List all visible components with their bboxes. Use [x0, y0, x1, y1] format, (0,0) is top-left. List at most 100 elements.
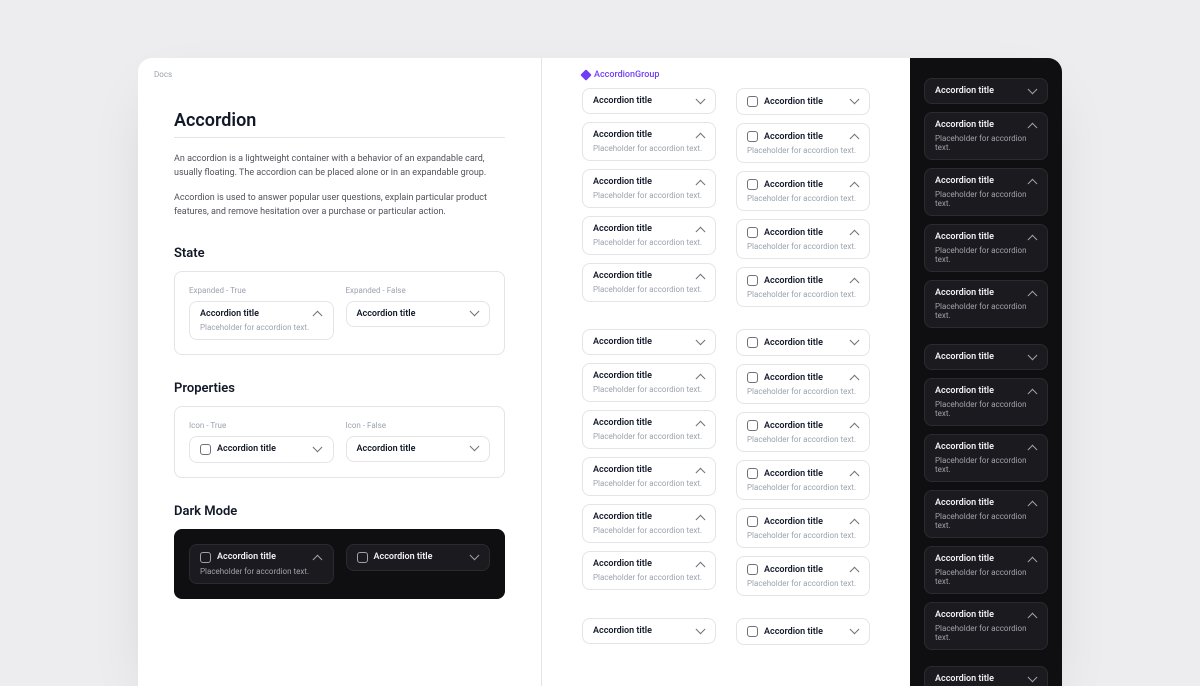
accordion-title: Accordion title [764, 469, 843, 479]
accordion-title: Accordion title [357, 309, 464, 319]
accordion-item[interactable]: Accordion titlePlaceholder for accordion… [924, 666, 1048, 686]
square-icon [747, 626, 758, 637]
accordion-item[interactable]: Accordion titlePlaceholder for accordion… [924, 224, 1048, 272]
accordion-title: Accordion title [764, 373, 843, 383]
accordion-title: Accordion title [935, 288, 1021, 298]
component-label: AccordionGroup [582, 70, 870, 80]
showcase-scroll[interactable]: AccordionGroup Accordion title Placeholde… [542, 58, 910, 686]
accordion-body: Placeholder for accordion text. [935, 302, 1037, 320]
accordion-title: Accordion title [593, 130, 689, 140]
accordion-item[interactable]: Accordion titlePlaceholder for accordion… [924, 434, 1048, 482]
section-heading-properties: Properties [174, 381, 505, 396]
chevron-up-icon [695, 512, 705, 522]
accordion-item[interactable]: Accordion titlePlaceholder for accordion… [582, 410, 716, 449]
accordion-item[interactable]: Accordion titlePlaceholder for accordion… [582, 263, 716, 302]
square-icon [747, 337, 758, 348]
accordion-title: Accordion title [217, 444, 307, 454]
example-box-properties: Icon - True Accordion title Placeholder … [174, 406, 505, 478]
accordion-expanded[interactable]: Accordion title Placeholder for accordio… [189, 301, 334, 340]
accordion-item[interactable]: Accordion titlePlaceholder for accordion… [736, 88, 870, 115]
chevron-up-icon [1027, 498, 1037, 508]
accordion-title: Accordion title [935, 386, 1021, 396]
accordion-body: Placeholder for accordion text. [200, 323, 323, 332]
accordion-body: Placeholder for accordion text. [747, 531, 859, 540]
accordion-item[interactable]: Accordion titlePlaceholder for accordion… [582, 169, 716, 208]
accordion-title: Accordion title [935, 610, 1021, 620]
dark-strip[interactable]: Accordion title Placeholder for accordion… [910, 58, 1062, 686]
accordion-item[interactable]: Accordion titlePlaceholder for accordion… [924, 490, 1048, 538]
variant-label: Icon - True [189, 421, 334, 430]
chevron-up-icon [1027, 176, 1037, 186]
accordion-title: Accordion title [593, 371, 689, 381]
accordion-item[interactable]: Accordion titlePlaceholder for accordion… [924, 112, 1048, 160]
accordion-item[interactable]: Accordion titlePlaceholder for accordion… [736, 618, 870, 645]
accordion-body: Placeholder for accordion text. [935, 400, 1037, 418]
accordion-item[interactable]: Accordion titlePlaceholder for accordion… [582, 216, 716, 255]
accordion-body: Placeholder for accordion text. [593, 479, 705, 488]
accordion-icon-false[interactable]: Accordion title Placeholder for accordio… [346, 436, 491, 462]
accordion-item[interactable]: Accordion titlePlaceholder for accordion… [582, 88, 716, 114]
chevron-down-icon [695, 626, 705, 636]
accordion-item[interactable]: Accordion titlePlaceholder for accordion… [924, 546, 1048, 594]
accordion-item[interactable]: Accordion titlePlaceholder for accordion… [736, 508, 870, 548]
accordion-item[interactable]: Accordion title Placeholder for accordion… [924, 280, 1048, 328]
accordion-body: Placeholder for accordion text. [593, 385, 705, 394]
accordion-item[interactable]: Accordion titlePlaceholder for accordion… [736, 329, 870, 356]
accordion-item[interactable]: Accordion titlePlaceholder for accordion… [924, 78, 1048, 104]
accordion-item[interactable]: Accordion titlePlaceholder for accordion… [582, 551, 716, 590]
accordion-title: Accordion title [593, 96, 689, 106]
accordion-item[interactable]: Accordion titlePlaceholder for accordion… [582, 618, 716, 644]
accordion-body: Placeholder for accordion text. [593, 432, 705, 441]
chevron-down-icon [695, 96, 705, 106]
accordion-icon-true[interactable]: Accordion title Placeholder for accordio… [189, 436, 334, 463]
docs-scroll[interactable]: Accordion An accordion is a lightweight … [138, 86, 541, 686]
accordion-body: Placeholder for accordion text. [935, 134, 1037, 152]
accordion-item[interactable]: Accordion titlePlaceholder for accordion… [736, 364, 870, 404]
accordion-dark-expanded[interactable]: Accordion title Placeholder for accordio… [189, 544, 334, 584]
accordion-item[interactable]: Accordion titlePlaceholder for accordion… [582, 122, 716, 161]
accordion-item[interactable]: Accordion title Placeholder for accordion… [582, 363, 716, 402]
accordion-item[interactable]: Accordion titlePlaceholder for accordion… [924, 344, 1048, 370]
square-icon [357, 552, 368, 563]
accordion-item[interactable]: Accordion titlePlaceholder for accordion… [736, 219, 870, 259]
accordion-item[interactable]: Accordion titlePlaceholder for accordion… [924, 168, 1048, 216]
chevron-up-icon [849, 421, 859, 431]
accordion-title: Accordion title [217, 552, 307, 562]
accordion-item[interactable]: Accordion titlePlaceholder for accordion… [736, 412, 870, 452]
chevron-down-icon [313, 444, 323, 454]
accordion-item[interactable]: Accordion titlePlaceholder for accordion… [924, 602, 1048, 650]
accordion-item[interactable]: Accordion titlePlaceholder for accordion… [582, 504, 716, 543]
chevron-up-icon [695, 224, 705, 234]
accordion-title: Accordion title [593, 559, 689, 569]
accordion-item[interactable]: Accordion titlePlaceholder for accordion… [736, 171, 870, 211]
chevron-down-icon [1027, 674, 1037, 684]
accordion-item[interactable]: Accordion titlePlaceholder for accordion… [736, 556, 870, 596]
accordion-body: Placeholder for accordion text. [935, 190, 1037, 208]
square-icon [747, 516, 758, 527]
accordion-item[interactable]: Accordion title Placeholder for accordion… [924, 378, 1048, 426]
accordion-dark-collapsed[interactable]: Accordion title Placeholder for accordio… [346, 544, 491, 571]
chevron-up-icon [1027, 386, 1037, 396]
chevron-up-icon [1027, 610, 1037, 620]
chevron-up-icon [695, 371, 705, 381]
accordion-body: Placeholder for accordion text. [935, 246, 1037, 264]
example-box-state: Expanded - True Accordion title Placehol… [174, 271, 505, 355]
square-icon [747, 372, 758, 383]
accordion-title: Accordion title [935, 674, 1021, 684]
breadcrumb: Docs [138, 58, 541, 86]
accordion-title: Accordion title [764, 276, 843, 286]
diamond-icon [580, 69, 591, 80]
chevron-up-icon [695, 271, 705, 281]
chevron-down-icon [849, 627, 859, 637]
accordion-item[interactable]: Accordion titlePlaceholder for accordion… [582, 329, 716, 355]
chevron-up-icon [1027, 120, 1037, 130]
accordion-body: Placeholder for accordion text. [935, 568, 1037, 586]
accordion-item[interactable]: Accordion titlePlaceholder for accordion… [736, 123, 870, 163]
accordion-title: Accordion title [593, 626, 689, 636]
variant-label: Icon - False [346, 421, 491, 430]
accordion-collapsed[interactable]: Accordion title Placeholder for accordio… [346, 301, 491, 327]
accordion-item[interactable]: Accordion titlePlaceholder for accordion… [736, 267, 870, 307]
square-icon [747, 131, 758, 142]
accordion-item[interactable]: Accordion titlePlaceholder for accordion… [582, 457, 716, 496]
accordion-item[interactable]: Accordion titlePlaceholder for accordion… [736, 460, 870, 500]
